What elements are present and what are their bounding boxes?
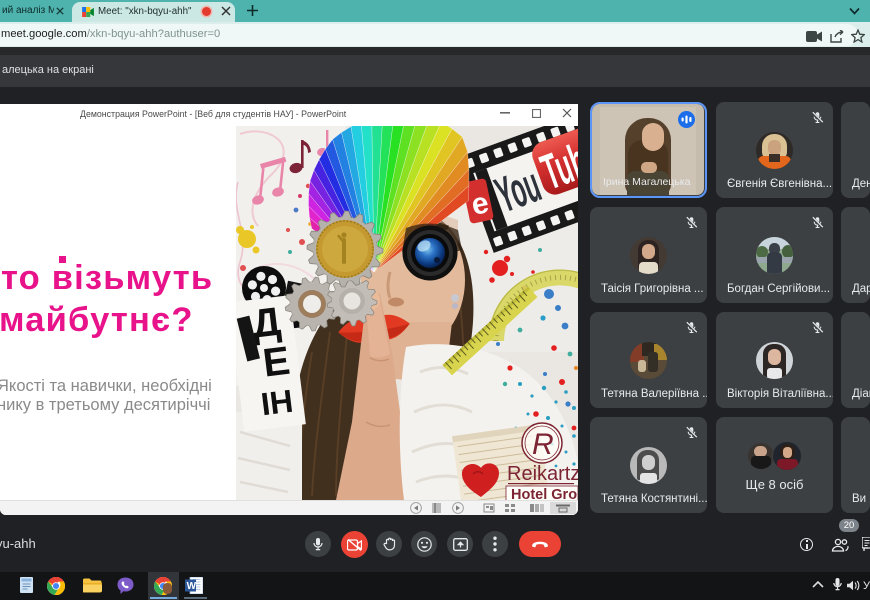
svg-text:Reikartz: Reikartz bbox=[507, 463, 578, 485]
svg-text:нику в третьому десятиріччі: нику в третьому десятиріччі bbox=[0, 396, 210, 414]
svg-text:Hotel Group: Hotel Group bbox=[511, 487, 578, 500]
svg-text:ІН: ІН bbox=[259, 383, 295, 423]
svg-text:W: W bbox=[187, 581, 197, 592]
svg-text:Е: Е bbox=[260, 339, 292, 386]
svg-text:Якості та навички, необхідні: Якості та навички, необхідні bbox=[0, 377, 212, 395]
svg-text:то візьмуть: то візьмуть bbox=[1, 259, 213, 297]
svg-text:R: R bbox=[532, 428, 554, 461]
svg-text:майбутнє?: майбутнє? bbox=[0, 301, 194, 339]
